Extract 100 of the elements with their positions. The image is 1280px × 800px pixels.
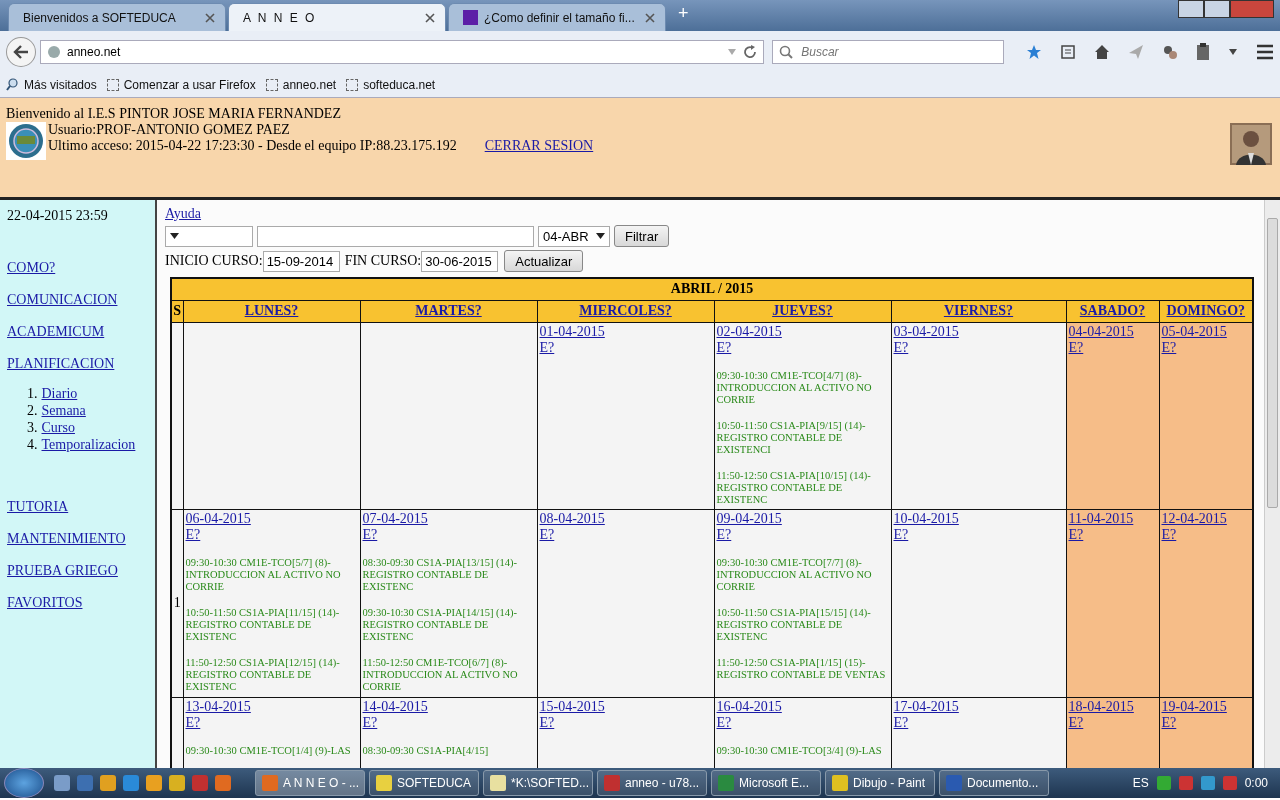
search-bar[interactable]: Buscar (772, 39, 1004, 64)
event-link[interactable]: E? (893, 339, 909, 356)
address-bar[interactable]: anneo.net (39, 39, 765, 64)
taskbar-button[interactable]: *K:\SOFTED... (483, 770, 593, 796)
text-field[interactable] (257, 225, 534, 247)
taskbar-button[interactable]: Dibujo - Paint (825, 770, 935, 796)
taskbar-button[interactable]: Microsoft E... (711, 770, 821, 796)
star-icon[interactable] (1026, 43, 1042, 60)
menu-link[interactable]: PLANIFICACION (7, 356, 115, 371)
event-link[interactable]: E? (539, 339, 555, 356)
event-link[interactable]: E? (893, 714, 909, 731)
clock[interactable]: 0:00 (1244, 776, 1268, 790)
start-button[interactable] (4, 768, 44, 798)
event-link[interactable]: E? (1161, 526, 1177, 543)
dropdown-icon[interactable] (170, 233, 179, 239)
date-link[interactable]: 08-04-2015 (539, 510, 605, 527)
close-icon[interactable] (205, 12, 215, 23)
start-date-field[interactable]: 15-09-2014 (262, 250, 340, 272)
date-link[interactable]: 03-04-2015 (893, 323, 959, 340)
event-link[interactable]: E? (539, 526, 555, 543)
bookmark-link[interactable]: softeduca.net (346, 77, 436, 92)
scrollbar-thumb[interactable] (1267, 218, 1278, 508)
date-link[interactable]: 13-04-2015 (185, 698, 251, 715)
event-link[interactable]: E? (1068, 714, 1084, 731)
search-icon[interactable] (6, 78, 19, 91)
close-icon[interactable] (425, 12, 435, 23)
menu-link[interactable]: COMUNICACION (7, 292, 118, 307)
tray-icon[interactable] (1200, 776, 1215, 790)
clipboard-icon[interactable] (1196, 42, 1210, 61)
event-link[interactable]: E? (716, 339, 732, 356)
home-icon[interactable] (1094, 43, 1110, 60)
date-link[interactable]: 02-04-2015 (716, 323, 782, 340)
menu-link[interactable]: MANTENIMIENTO (7, 531, 126, 546)
send-icon[interactable] (1128, 43, 1144, 60)
browser-tab[interactable]: A N N E O (228, 3, 446, 31)
scrollbar[interactable] (1264, 200, 1280, 768)
filter-button[interactable]: Filtrar (614, 225, 670, 247)
dropdown-icon[interactable] (596, 233, 605, 239)
search-icon[interactable] (779, 44, 794, 59)
menu-icon[interactable] (1256, 43, 1274, 60)
date-link[interactable]: 17-04-2015 (893, 698, 959, 715)
event-link[interactable]: E? (893, 526, 909, 543)
event-link[interactable]: E? (1068, 339, 1084, 356)
taskbar-button[interactable]: Documento... (939, 770, 1049, 796)
event-link[interactable]: E? (185, 526, 201, 543)
tray-icon[interactable] (1178, 776, 1193, 790)
close-icon[interactable] (645, 12, 655, 23)
date-link[interactable]: 09-04-2015 (716, 510, 782, 527)
new-tab-button[interactable]: + (668, 3, 699, 28)
event-link[interactable]: E? (716, 526, 732, 543)
update-button[interactable]: Actualizar (504, 250, 584, 272)
menu-link[interactable]: ACADEMICUM (7, 324, 105, 339)
bookmark-link[interactable]: Más visitados (6, 77, 97, 92)
date-link[interactable]: 07-04-2015 (362, 510, 428, 527)
menu-link[interactable]: COMO? (7, 260, 56, 275)
submenu-link[interactable]: Curso (41, 420, 75, 436)
event-link[interactable]: E? (362, 526, 378, 543)
back-arrow-icon[interactable] (13, 44, 29, 59)
event-link[interactable]: E? (362, 714, 378, 731)
event-link[interactable]: E? (716, 714, 732, 731)
taskbar-button[interactable]: SOFTEDUCA (369, 770, 479, 796)
menu-link[interactable]: FAVORITOS (7, 595, 83, 610)
date-link[interactable]: 01-04-2015 (539, 323, 605, 340)
reading-list-icon[interactable] (1060, 43, 1076, 60)
browser-tab[interactable]: ¿Como definir el tamaño fi... (448, 3, 666, 31)
taskbar-button[interactable]: A N N E O - ... (255, 770, 365, 796)
browser-tab[interactable]: Bienvenidos a SOFTEDUCA (8, 3, 226, 31)
addon-icon[interactable] (1162, 43, 1178, 60)
logout-link[interactable]: CERRAR SESION (456, 138, 594, 153)
submenu-link[interactable]: Temporalizacion (41, 437, 136, 453)
back-button[interactable] (6, 36, 36, 67)
bookmark-link[interactable]: Comenzar a usar Firefox (106, 77, 256, 92)
event-link[interactable]: E? (1161, 339, 1177, 356)
language-indicator[interactable]: ES (1132, 776, 1149, 790)
date-link[interactable]: 12-04-2015 (1161, 510, 1227, 527)
date-link[interactable]: 11-04-2015 (1068, 510, 1134, 527)
date-link[interactable]: 06-04-2015 (185, 510, 251, 527)
tray-icon[interactable] (1222, 776, 1237, 790)
help-link[interactable]: Ayuda (165, 206, 202, 221)
submenu-link[interactable]: Diario (41, 386, 78, 402)
reload-icon[interactable] (743, 44, 758, 59)
event-link[interactable]: E? (185, 714, 201, 731)
dropdown-icon[interactable] (1228, 47, 1238, 56)
event-link[interactable]: E? (1068, 526, 1084, 543)
date-link[interactable]: 16-04-2015 (716, 698, 782, 715)
minimize-button[interactable] (1178, 0, 1204, 18)
event-link[interactable]: E? (1161, 714, 1177, 731)
submenu-link[interactable]: Semana (41, 403, 86, 419)
taskbar-button[interactable]: anneo - u78... (597, 770, 707, 796)
maximize-button[interactable] (1204, 0, 1230, 18)
date-link[interactable]: 04-04-2015 (1068, 323, 1134, 340)
date-link[interactable]: 14-04-2015 (362, 698, 428, 715)
bookmark-link[interactable]: anneo.net (265, 77, 337, 92)
menu-link[interactable]: TUTORIA (7, 499, 69, 514)
date-link[interactable]: 05-04-2015 (1161, 323, 1227, 340)
month-dropdown[interactable]: 04-ABR (538, 225, 610, 247)
tray-icon[interactable] (1156, 776, 1171, 790)
event-link[interactable]: E? (539, 714, 555, 731)
date-link[interactable]: 10-04-2015 (893, 510, 959, 527)
end-date-field[interactable]: 30-06-2015 (421, 250, 499, 272)
